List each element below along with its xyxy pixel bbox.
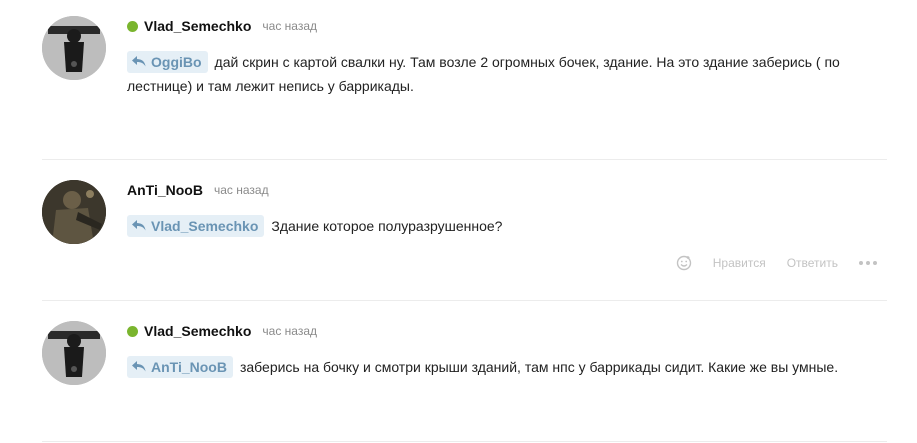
online-indicator	[127, 20, 138, 32]
comment-header: AnTi_NooB час назад	[127, 180, 269, 200]
reply-arrow-icon	[132, 220, 146, 231]
timestamp[interactable]: час назад	[214, 183, 269, 197]
reply-to-tag[interactable]: OggiBo	[127, 50, 208, 73]
comment-header: Vlad_Semechko час назад	[127, 321, 317, 341]
comment-body: OggiBo дай скрин с картой свалки ну. Там…	[127, 50, 847, 98]
timestamp[interactable]: час назад	[262, 324, 317, 338]
username[interactable]: Vlad_Semechko	[144, 323, 251, 339]
comment-text: дай скрин с картой свалки ну. Там возле …	[127, 54, 840, 94]
avatar-image	[42, 16, 106, 80]
avatar[interactable]	[42, 321, 106, 385]
divider	[42, 159, 887, 160]
comment-text: Здание которое полуразрушенное?	[271, 218, 503, 234]
avatar[interactable]	[42, 16, 106, 80]
online-indicator	[127, 325, 138, 337]
like-button[interactable]: Нравится	[713, 256, 766, 270]
comment-actions: Нравится Ответить	[676, 255, 877, 271]
username[interactable]: Vlad_Semechko	[144, 18, 251, 34]
more-dots-icon[interactable]	[859, 261, 877, 265]
username[interactable]: AnTi_NooB	[127, 182, 203, 198]
timestamp[interactable]: час назад	[262, 19, 317, 33]
reply-arrow-icon	[132, 361, 146, 372]
comment-text: заберись на бочку и смотри крыши зданий,…	[239, 359, 839, 375]
comment-body: Vlad_Semechko Здание которое полуразруше…	[127, 214, 847, 238]
comment-body: AnTi_NooB заберись на бочку и смотри кры…	[127, 355, 847, 379]
reply-to-username: Vlad_Semechko	[151, 217, 259, 234]
avatar-image	[42, 180, 106, 244]
avatar-image	[42, 321, 106, 385]
reply-to-tag[interactable]: Vlad_Semechko	[127, 214, 265, 237]
smiley-icon[interactable]	[676, 255, 692, 271]
reply-button[interactable]: Ответить	[787, 256, 838, 270]
divider	[42, 300, 887, 301]
comment-header: Vlad_Semechko час назад	[127, 16, 317, 36]
divider	[42, 441, 887, 442]
reply-to-tag[interactable]: AnTi_NooB	[127, 355, 233, 378]
reply-arrow-icon	[132, 56, 146, 67]
reply-to-username: OggiBo	[151, 53, 202, 70]
avatar[interactable]	[42, 180, 106, 244]
reply-to-username: AnTi_NooB	[151, 358, 227, 375]
